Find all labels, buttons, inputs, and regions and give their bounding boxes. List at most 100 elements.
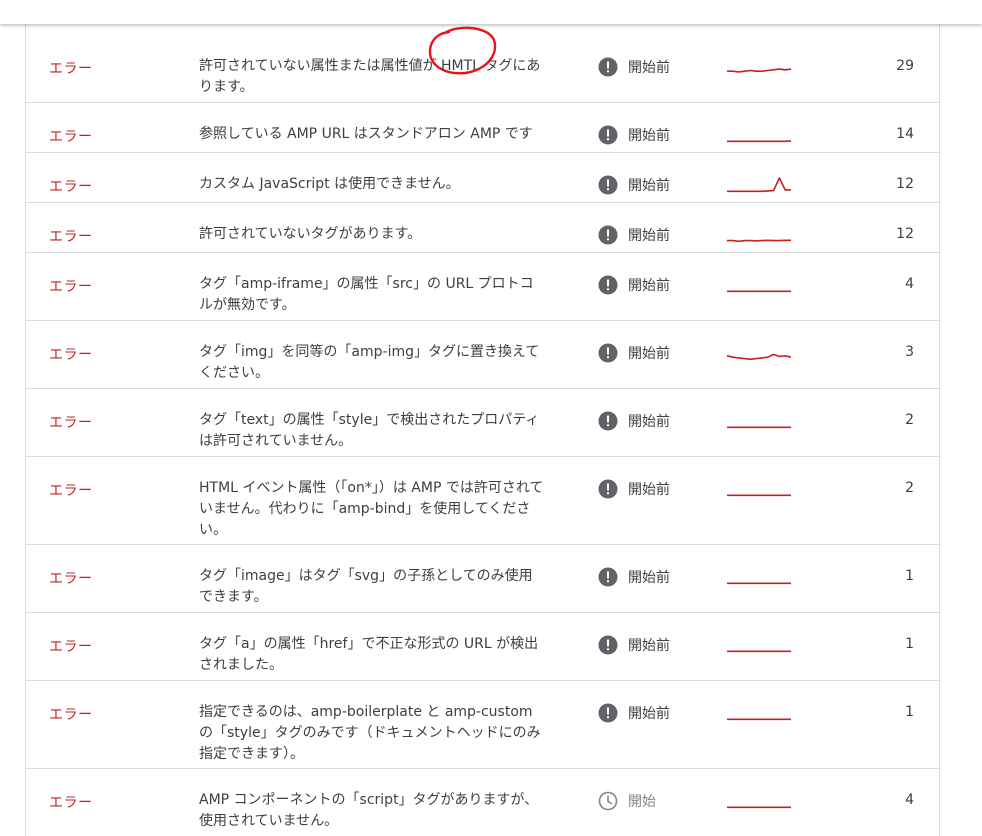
issue-description: 許可されていないタグがあります。: [199, 226, 422, 242]
validation-status: 開始前: [598, 479, 670, 499]
page: エラー 許可されていない属性または属性値が HMTL タグにあります。 開始前 …: [0, 0, 982, 836]
exclamation-circle-icon: [598, 57, 618, 77]
status-label: 開始前: [628, 414, 670, 430]
exclamation-circle-icon: [598, 567, 618, 587]
status-label: 開始前: [628, 482, 670, 498]
validation-status: 開始前: [598, 567, 670, 587]
issue-type: エラー: [49, 483, 93, 499]
affected-pages-count: 1: [905, 568, 914, 584]
top-bar: [0, 0, 982, 24]
trend-sparkline: [727, 426, 791, 429]
exclamation-circle-icon: [598, 275, 618, 295]
status-label: 開始前: [628, 228, 670, 244]
status-label: 開始: [628, 794, 656, 810]
trend-sparkline: [727, 582, 791, 585]
validation-status: 開始前: [598, 275, 670, 295]
validation-status: 開始前: [598, 125, 670, 145]
status-label: 開始前: [628, 278, 670, 294]
issue-description: 参照している AMP URL はスタンドアロン AMP です: [199, 126, 533, 142]
issue-type: エラー: [49, 229, 93, 245]
table-row[interactable]: エラー 許可されていないタグがあります。 開始前 12: [26, 203, 939, 253]
affected-pages-count: 2: [905, 412, 914, 428]
exclamation-circle-icon: [598, 225, 618, 245]
affected-pages-count: 12: [896, 226, 914, 242]
sparkline-path: [727, 177, 791, 193]
status-label: 開始前: [628, 128, 670, 144]
issue-type: エラー: [49, 279, 93, 295]
affected-pages-count: 1: [905, 704, 914, 720]
exclamation-circle-icon: [598, 343, 618, 363]
table-row[interactable]: エラー タグ「img」を同等の「amp-img」タグに置き換えてください。 開始…: [26, 321, 939, 389]
status-label: 開始前: [628, 570, 670, 586]
validation-status: 開始前: [598, 343, 670, 363]
issue-description: タグ「text」の属性「style」で検出されたプロパティは許可されていません。: [199, 412, 540, 449]
table-row[interactable]: エラー 指定できるのは、amp-boilerplate と amp-custom…: [26, 681, 939, 769]
validation-status: 開始前: [598, 225, 670, 245]
exclamation-circle-icon: [598, 479, 618, 499]
trend-sparkline: [726, 353, 792, 361]
exclamation-circle-icon: [598, 635, 618, 655]
issue-description: 指定できるのは、amp-boilerplate と amp-custom の「s…: [199, 704, 541, 762]
clock-icon: [598, 791, 618, 811]
issue-description: カスタム JavaScript は使用できません。: [199, 176, 460, 192]
trend-sparkline: [727, 239, 791, 243]
issue-type: エラー: [49, 179, 93, 195]
exclamation-circle-icon: [598, 125, 618, 145]
table-row[interactable]: エラー タグ「image」はタグ「svg」の子孫としてのみ使用できます。 開始前…: [26, 545, 939, 613]
status-label: 開始前: [628, 178, 670, 194]
table-row[interactable]: エラー タグ「text」の属性「style」で検出されたプロパティは許可されてい…: [26, 389, 939, 457]
status-label: 開始前: [628, 346, 670, 362]
table-row[interactable]: エラー タグ「amp-iframe」の属性「src」の URL プロトコルが無効…: [26, 253, 939, 321]
affected-pages-count: 4: [905, 792, 914, 808]
validation-status: 開始前: [598, 703, 670, 723]
issue-type: エラー: [49, 571, 93, 587]
issue-type: エラー: [49, 61, 93, 77]
affected-pages-count: 3: [905, 344, 914, 360]
trend-sparkline: [727, 650, 791, 653]
table-row[interactable]: エラー タグ「a」の属性「href」で不正な形式の URL が検出されました。 …: [26, 613, 939, 681]
issue-description: タグ「amp-iframe」の属性「src」の URL プロトコルが無効です。: [199, 276, 534, 313]
affected-pages-count: 12: [896, 176, 914, 192]
sparkline-path: [726, 353, 792, 361]
table-row[interactable]: エラー AMP コンポーネントの「script」タグがありますが、使用されていま…: [26, 769, 939, 836]
table-row[interactable]: エラー カスタム JavaScript は使用できません。 開始前 12: [26, 153, 939, 203]
issue-type: エラー: [49, 347, 93, 363]
issue-description: タグ「a」の属性「href」で不正な形式の URL が検出されました。: [199, 636, 539, 673]
issue-description: AMP コンポーネントの「script」タグがありますが、使用されていません。: [199, 792, 539, 829]
validation-status: 開始: [598, 791, 656, 811]
validation-status: 開始前: [598, 635, 670, 655]
status-label: 開始前: [628, 638, 670, 654]
issues-table: エラー 許可されていない属性または属性値が HMTL タグにあります。 開始前 …: [25, 24, 940, 836]
affected-pages-count: 14: [896, 126, 914, 142]
issue-description: タグ「image」はタグ「svg」の子孫としてのみ使用できます。: [199, 568, 533, 605]
issue-type: エラー: [49, 639, 93, 655]
trend-sparkline: [727, 494, 791, 497]
table-row[interactable]: エラー 許可されていない属性または属性値が HMTL タグにあります。 開始前 …: [26, 35, 939, 103]
issue-type: エラー: [49, 415, 93, 431]
trend-sparkline: [727, 68, 792, 73]
issue-type: エラー: [49, 707, 93, 723]
table-row[interactable]: エラー HTML イベント属性（「on*」）は AMP では許可されていません。…: [26, 457, 939, 545]
issue-description: タグ「img」を同等の「amp-img」タグに置き換えてください。: [199, 344, 540, 381]
validation-status: 開始前: [598, 175, 670, 195]
issue-type: エラー: [49, 129, 93, 145]
trend-sparkline: [727, 806, 791, 809]
issue-type: エラー: [49, 795, 93, 811]
status-label: 開始前: [628, 706, 670, 722]
sparkline-path: [727, 68, 792, 73]
issue-description: HTML イベント属性（「on*」）は AMP では許可されていません。代わりに…: [199, 480, 544, 538]
trend-sparkline: [727, 290, 791, 293]
status-label: 開始前: [628, 60, 670, 76]
trend-sparkline: [727, 140, 792, 143]
trend-sparkline: [727, 177, 791, 193]
sparkline-path: [727, 239, 791, 243]
validation-status: 開始前: [598, 411, 670, 431]
exclamation-circle-icon: [598, 411, 618, 431]
affected-pages-count: 29: [896, 58, 914, 74]
trend-sparkline: [727, 718, 791, 721]
affected-pages-count: 2: [905, 480, 914, 496]
exclamation-circle-icon: [598, 175, 618, 195]
affected-pages-count: 1: [905, 636, 914, 652]
issue-description: 許可されていない属性または属性値が HMTL タグにあります。: [199, 58, 541, 95]
table-row[interactable]: エラー 参照している AMP URL はスタンドアロン AMP です 開始前 1…: [26, 103, 939, 153]
